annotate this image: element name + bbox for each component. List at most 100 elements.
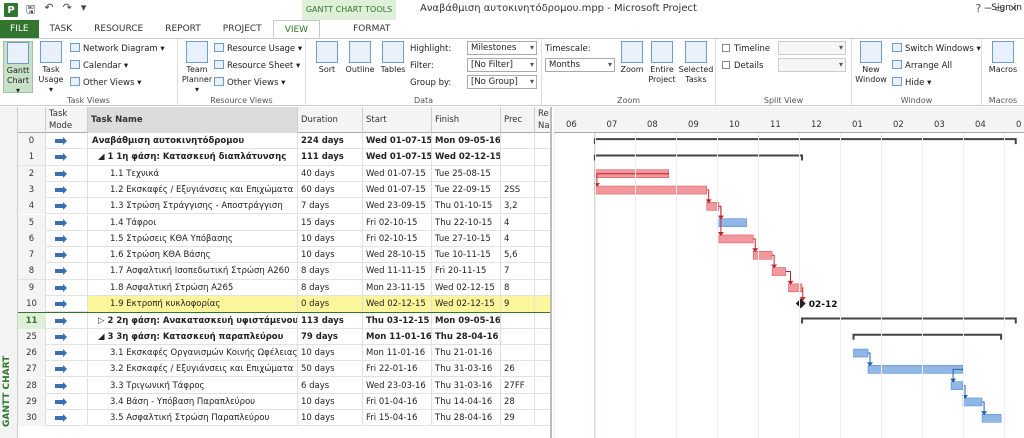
start-cell[interactable]: Mon 11-01-16 — [363, 328, 432, 345]
details-checkbox[interactable]: Details — [722, 59, 763, 73]
table-row[interactable]: 29 3.4 Βάση - Υπόβαση Παραπλεύρου 10 days F… — [18, 393, 550, 411]
calendar-button[interactable]: Calendar ▾ — [70, 59, 128, 73]
macros-button[interactable]: Macros — [986, 41, 1020, 75]
task-name-cell[interactable]: 1.7 Ασφαλτική Ισοπεδωτική Στρώση Α260 — [88, 263, 298, 280]
details-select[interactable] — [778, 58, 846, 72]
row-id[interactable]: 3 — [18, 181, 46, 198]
row-id[interactable]: 10 — [18, 296, 46, 312]
finish-cell[interactable]: Mon 09-05-16 — [432, 133, 501, 149]
start-cell[interactable]: Wed 01-07-15 — [363, 149, 432, 166]
resource-names-cell[interactable] — [535, 215, 550, 231]
col-task-mode[interactable]: Task Mode — [46, 107, 88, 133]
row-id[interactable]: 11 — [18, 313, 46, 330]
duration-cell[interactable]: 50 days — [298, 361, 363, 378]
resource-sheet-button[interactable]: Resource Sheet ▾ — [214, 59, 300, 73]
table-row[interactable]: 11 ▷ 2 2η φάση: Ανακατασκευή υφιστάμενου … — [18, 312, 550, 330]
gantt-chart-button[interactable]: Gantt Chart ▾ — [3, 41, 33, 95]
redo-icon[interactable]: ↷ — [63, 1, 72, 20]
task-mode-cell[interactable] — [46, 181, 88, 198]
start-cell[interactable]: Thu 03-12-15 — [363, 313, 432, 330]
resource-names-cell[interactable] — [535, 378, 550, 394]
duration-cell[interactable]: 10 days — [298, 393, 363, 410]
task-name-cell[interactable]: Αναβάθμιση αυτοκινητόδρομου — [88, 133, 298, 149]
resource-names-cell[interactable] — [535, 361, 550, 377]
finish-cell[interactable]: Thu 01-10-15 — [432, 198, 501, 215]
table-row[interactable]: 28 3.3 Τριγωνική Τάφρος 6 days Wed 23-03-16… — [18, 377, 550, 394]
task-name-cell[interactable]: 3.3 Τριγωνική Τάφρος — [88, 377, 298, 394]
predecessors-cell[interactable] — [501, 313, 535, 330]
network-diagram-button[interactable]: Network Diagram ▾ — [70, 42, 165, 56]
duration-cell[interactable]: 8 days — [298, 263, 363, 280]
finish-cell[interactable]: Thu 28-04-16 — [432, 410, 501, 427]
undo-icon[interactable]: ↶ — [44, 1, 53, 20]
finish-cell[interactable]: Thu 28-04-16 — [432, 328, 501, 345]
duration-cell[interactable]: 10 days — [298, 344, 363, 361]
finish-cell[interactable]: Wed 02-12-15 — [432, 149, 501, 166]
tab-task[interactable]: TASK — [39, 20, 84, 38]
table-row[interactable]: 9 1.8 Ασφαλτική Στρώση Α265 8 days Mon 23-1… — [18, 279, 550, 296]
predecessors-cell[interactable]: 4 — [501, 230, 535, 247]
timeline-select[interactable] — [778, 41, 846, 55]
task-mode-cell[interactable] — [46, 165, 88, 182]
start-cell[interactable]: Fri 15-04-16 — [363, 410, 432, 427]
finish-cell[interactable]: Tue 10-11-15 — [432, 247, 501, 264]
sign-in-link[interactable]: Sign in — [991, 3, 1022, 13]
resource-other-views-button[interactable]: Other Views ▾ — [214, 76, 285, 90]
resource-names-cell[interactable] — [535, 329, 550, 345]
predecessors-cell[interactable] — [501, 149, 535, 166]
outline-button[interactable]: Outline — [344, 41, 376, 75]
task-name-cell[interactable]: ▷ 2 2η φάση: Ανακατασκευή υφιστάμενου οδ… — [88, 313, 298, 330]
arrange-all-button[interactable]: Arrange All — [892, 59, 952, 73]
select-all-corner[interactable] — [18, 107, 46, 133]
duration-cell[interactable]: 0 days — [298, 296, 363, 312]
start-cell[interactable]: Wed 11-11-15 — [363, 263, 432, 280]
duration-cell[interactable]: 113 days — [298, 313, 363, 330]
task-mode-cell[interactable] — [46, 410, 88, 427]
resource-names-cell[interactable] — [535, 345, 550, 361]
col-finish[interactable]: Finish — [432, 107, 501, 133]
task-mode-cell[interactable] — [46, 214, 88, 231]
predecessors-cell[interactable]: 28 — [501, 393, 535, 410]
new-window-button[interactable]: New Window — [854, 41, 888, 85]
table-row[interactable]: 10 1.9 Εκτροπή κυκλοφορίας 0 days Wed 02-12… — [18, 296, 550, 313]
resource-names-cell[interactable] — [535, 394, 550, 410]
table-row[interactable]: 3 1.2 Εκσκαφές / Εξυγιάνσεις και Επιχώματ… — [18, 181, 550, 199]
duration-cell[interactable]: 10 days — [298, 410, 363, 427]
task-name-cell[interactable]: 1.3 Στρώση Στράγγισης - Αποστράγγιση — [88, 198, 298, 215]
predecessors-cell[interactable]: 7 — [501, 263, 535, 280]
filter-select[interactable]: [No Filter] — [467, 58, 537, 72]
start-cell[interactable]: Fri 01-04-16 — [363, 393, 432, 410]
table-row[interactable]: 26 3.1 Εκσκαφές Οργανισμών Κοινής Ωφέλεια… — [18, 344, 550, 362]
row-id[interactable]: 30 — [18, 410, 46, 427]
task-mode-cell[interactable] — [46, 263, 88, 280]
tab-view[interactable]: VIEW — [272, 20, 321, 38]
table-row[interactable]: 6 1.5 Στρώσεις ΚΘΑ Υπόβασης 10 days Fri 02-… — [18, 230, 550, 248]
resource-names-cell[interactable] — [535, 247, 550, 263]
finish-cell[interactable]: Wed 02-12-15 — [432, 279, 501, 296]
table-row[interactable]: 25 ◢ 3 3η φάση: Κατασκευή παραπλεύρου 79 d… — [18, 328, 550, 345]
start-cell[interactable]: Fri 02-10-15 — [363, 214, 432, 231]
task-mode-cell[interactable] — [46, 313, 88, 330]
resource-names-cell[interactable] — [535, 296, 550, 312]
predecessors-cell[interactable]: 2SS — [501, 181, 535, 198]
tab-project[interactable]: PROJECT — [212, 20, 273, 38]
task-mode-cell[interactable] — [46, 361, 88, 378]
resource-names-cell[interactable] — [535, 182, 550, 198]
predecessors-cell[interactable] — [501, 133, 535, 149]
duration-cell[interactable]: 10 days — [298, 230, 363, 247]
resource-names-cell[interactable] — [535, 280, 550, 296]
row-id[interactable]: 26 — [18, 344, 46, 361]
zoom-button[interactable]: Zoom — [618, 41, 646, 75]
finish-cell[interactable]: Thu 31-03-16 — [432, 361, 501, 378]
row-id[interactable]: 4 — [18, 198, 46, 215]
resource-names-cell[interactable] — [535, 263, 550, 279]
finish-cell[interactable]: Tue 22-09-15 — [432, 181, 501, 198]
predecessors-cell[interactable]: 29 — [501, 410, 535, 427]
task-name-cell[interactable]: 1.2 Εκσκαφές / Εξυγιάνσεις και Επιχώματα — [88, 181, 298, 198]
task-mode-cell[interactable] — [46, 198, 88, 215]
row-id[interactable]: 27 — [18, 361, 46, 378]
other-views-button[interactable]: Other Views ▾ — [70, 76, 141, 90]
switch-windows-button[interactable]: Switch Windows ▾ — [892, 42, 981, 56]
finish-cell[interactable]: Fri 20-11-15 — [432, 263, 501, 280]
row-id[interactable]: 29 — [18, 393, 46, 410]
